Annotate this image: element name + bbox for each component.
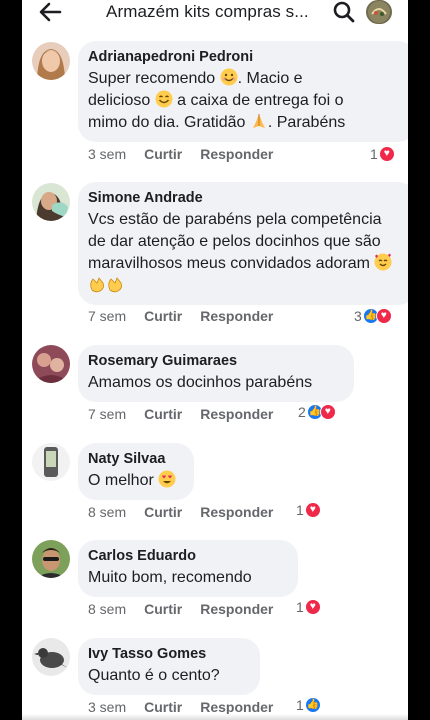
comment-time[interactable]: 7 sem	[88, 308, 126, 324]
reaction-summary[interactable]: 2 👍 ♥	[298, 404, 336, 420]
comment-time[interactable]: 3 sem	[88, 699, 126, 715]
comment-bubble: Naty Silvaa O melhor	[78, 443, 194, 500]
reply-button[interactable]: Responder	[200, 699, 273, 715]
love-reaction-icon: ♥	[304, 502, 321, 518]
avatar[interactable]	[32, 183, 70, 221]
smile-emoji-icon	[155, 90, 173, 108]
love-reaction-icon: ♥	[319, 404, 336, 420]
comment-text: Super recomendo . Macio e delicioso a cai…	[88, 68, 346, 131]
comment-time[interactable]: 8 sem	[88, 601, 126, 617]
reaction-count: 1	[296, 502, 304, 518]
reply-button[interactable]: Responder	[200, 504, 273, 520]
comment-text: Amamos os docinhos parabéns	[88, 374, 313, 391]
like-button[interactable]: Curtir	[144, 406, 182, 422]
like-button[interactable]: Curtir	[144, 146, 182, 162]
reaction-summary[interactable]: 1 ♥	[296, 502, 321, 518]
reaction-count: 1	[370, 146, 378, 162]
love-reaction-icon: ♥	[375, 308, 392, 324]
comment-author[interactable]: Carlos Eduardo	[88, 547, 286, 565]
page-avatar[interactable]	[366, 0, 392, 24]
comment-author[interactable]: Simone Andrade	[88, 189, 404, 207]
comment-actions: 3 sem Curtir Responder	[88, 699, 291, 715]
comment-bubble: Adrianapedroni Pedroni Super recomendo .…	[78, 41, 408, 142]
clap-emoji-icon	[90, 277, 104, 293]
comment-actions: 8 sem Curtir Responder	[88, 504, 291, 520]
reaction-count: 1	[296, 599, 304, 615]
comment-actions: 8 sem Curtir Responder	[88, 601, 291, 617]
reply-button[interactable]: Responder	[200, 406, 273, 422]
like-button[interactable]: Curtir	[144, 308, 182, 324]
phone-screen: Armazém kits compras s... Adrianapedroni…	[22, 0, 408, 720]
avatar[interactable]	[32, 443, 70, 481]
top-bar: Armazém kits compras s...	[22, 0, 408, 26]
comment-text: Quanto é o cento?	[88, 667, 220, 684]
comment-bubble: Rosemary Guimaraes Amamos os docinhos pa…	[78, 345, 354, 402]
like-reaction-icon: 👍	[304, 697, 321, 713]
comment-actions: 3 sem Curtir Responder	[88, 146, 291, 162]
reply-button[interactable]: Responder	[200, 601, 273, 617]
reaction-count: 2	[298, 404, 306, 420]
comment-bubble: Carlos Eduardo Muito bom, recomendo	[78, 540, 298, 597]
reaction-summary[interactable]: 1 ♥	[370, 146, 395, 162]
avatar[interactable]	[32, 42, 70, 80]
comment-actions: 7 sem Curtir Responder	[88, 406, 291, 422]
avatar[interactable]	[32, 638, 70, 676]
like-button[interactable]: Curtir	[144, 504, 182, 520]
comment-author[interactable]: Ivy Tasso Gomes	[88, 645, 248, 663]
comment-text: Vcs estão de parabéns pela competência d…	[88, 209, 402, 297]
comment-bubble: Simone Andrade Vcs estão de parabéns pel…	[78, 182, 408, 305]
arrow-left-icon[interactable]	[36, 0, 64, 24]
reaction-count: 3	[354, 308, 362, 324]
comment-text: Muito bom, recomendo	[88, 569, 252, 586]
smile-emoji-icon	[220, 68, 238, 86]
bottom-edge	[22, 714, 408, 720]
comment-author[interactable]: Rosemary Guimaraes	[88, 352, 342, 370]
comment-author[interactable]: Adrianapedroni Pedroni	[88, 48, 404, 66]
avatar[interactable]	[32, 540, 70, 578]
comment-text: O melhor	[88, 470, 182, 492]
like-button[interactable]: Curtir	[144, 699, 182, 715]
love-reaction-icon: ♥	[378, 146, 395, 162]
page-title: Armazém kits compras s...	[106, 2, 309, 21]
reaction-summary[interactable]: 3 👍 ♥	[354, 308, 392, 324]
like-button[interactable]: Curtir	[144, 601, 182, 617]
search-icon[interactable]	[332, 0, 356, 24]
comment-time[interactable]: 8 sem	[88, 504, 126, 520]
reaction-summary[interactable]: 1 ♥	[296, 599, 321, 615]
pray-emoji-icon	[252, 114, 265, 128]
reply-button[interactable]: Responder	[200, 146, 273, 162]
reaction-summary[interactable]: 1 👍	[296, 697, 321, 713]
comment-bubble: Ivy Tasso Gomes Quanto é o cento?	[78, 638, 260, 695]
comment-time[interactable]: 3 sem	[88, 146, 126, 162]
clap-emoji-icon	[108, 277, 122, 293]
hearts-face-emoji-icon	[374, 253, 392, 271]
comment-author[interactable]: Naty Silvaa	[88, 450, 182, 468]
comment-time[interactable]: 7 sem	[88, 406, 126, 422]
avatar[interactable]	[32, 345, 70, 383]
love-reaction-icon: ♥	[304, 599, 321, 615]
reply-button[interactable]: Responder	[200, 308, 273, 324]
comment-actions: 7 sem Curtir Responder	[88, 308, 291, 324]
reaction-count: 1	[296, 697, 304, 713]
heart-eyes-emoji-icon	[158, 470, 176, 488]
